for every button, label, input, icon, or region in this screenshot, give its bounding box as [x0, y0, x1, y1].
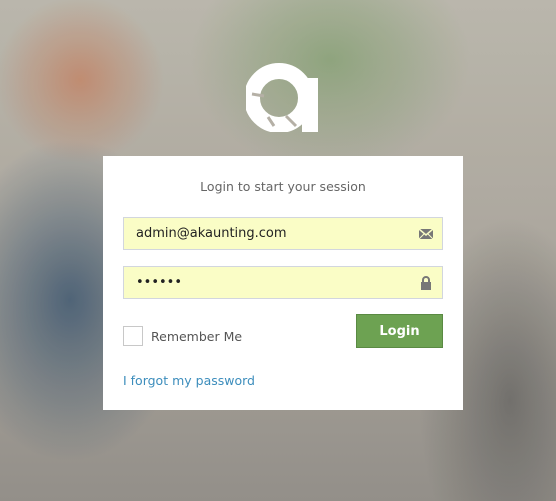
envelope-icon: [418, 228, 434, 240]
remember-me[interactable]: Remember Me: [123, 325, 242, 347]
email-input[interactable]: [124, 218, 416, 249]
login-title: Login to start your session: [200, 179, 366, 194]
lock-icon: [421, 276, 431, 290]
forgot-password-link[interactable]: I forgot my password: [123, 373, 255, 388]
remember-me-label: Remember Me: [151, 328, 243, 344]
password-input[interactable]: [124, 267, 416, 298]
remember-me-checkbox[interactable]: [123, 326, 143, 346]
email-field[interactable]: [123, 217, 443, 250]
login-button[interactable]: Login: [356, 314, 443, 348]
login-card: Login to start your session Remember Me …: [103, 156, 463, 410]
akaunting-logo-icon: [246, 63, 318, 132]
password-field[interactable]: [123, 266, 443, 299]
